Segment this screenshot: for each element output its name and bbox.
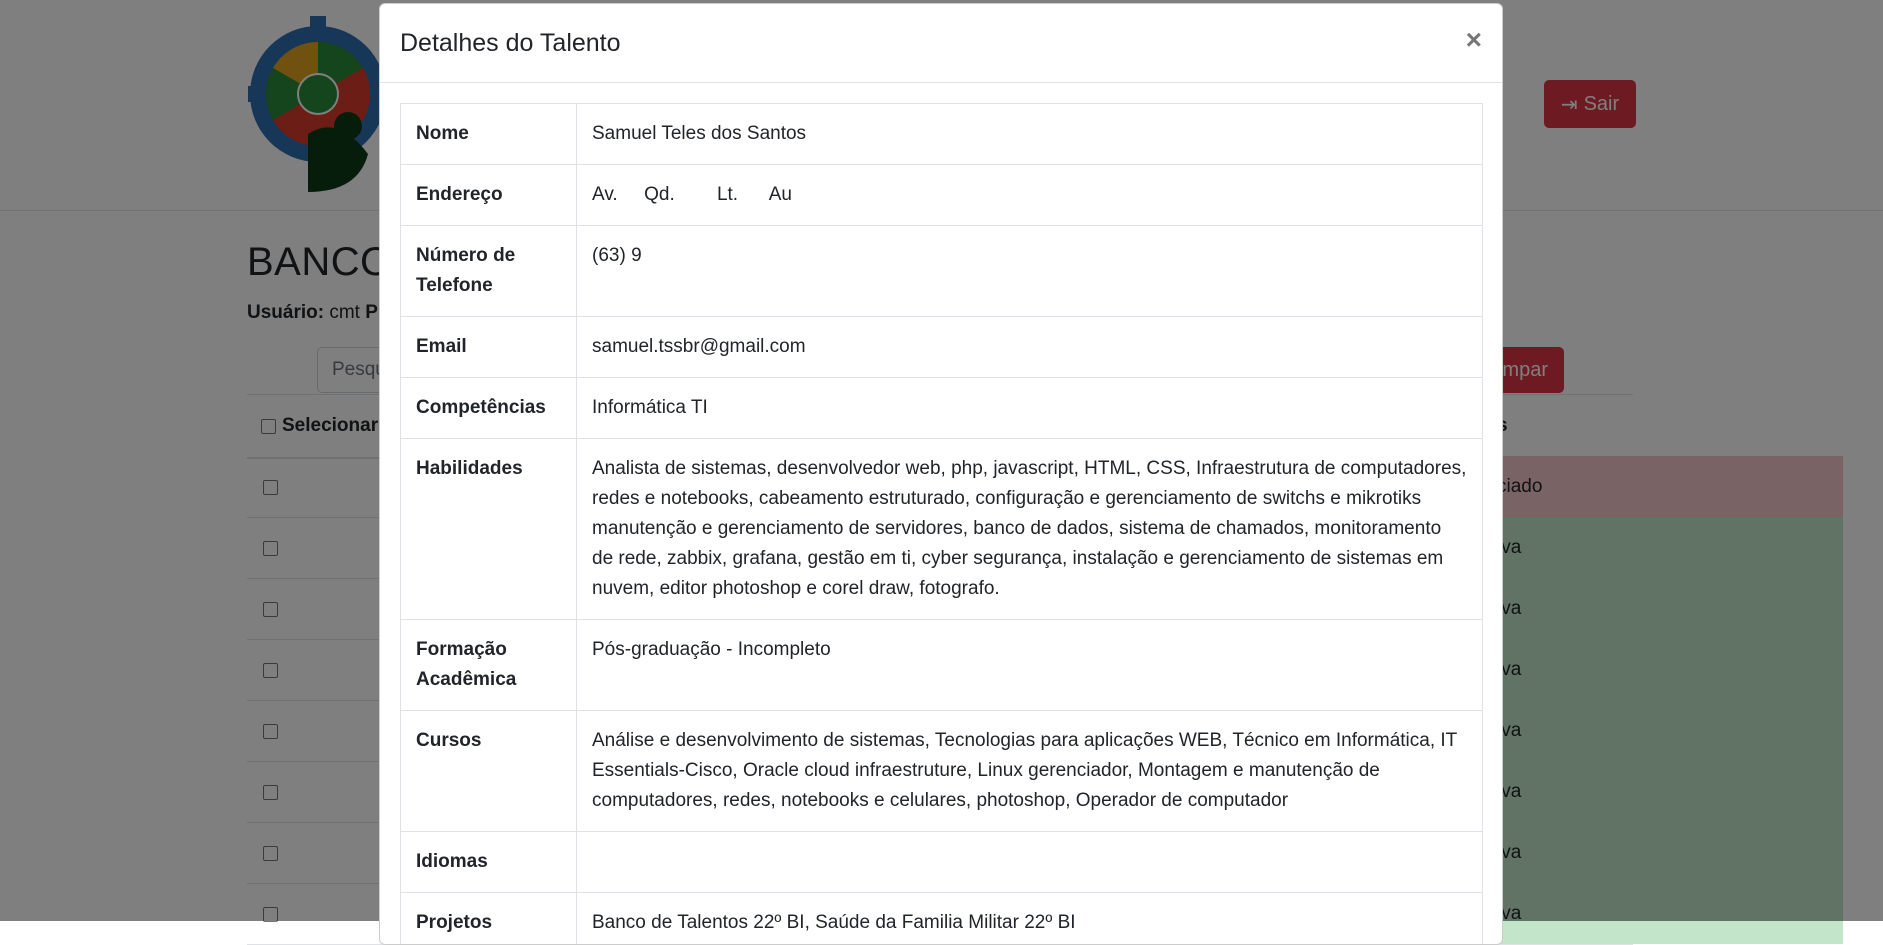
detail-row-cursos: Cursos Análise e desenvolvimento de sist… — [401, 711, 1483, 832]
detail-value: Banco de Talentos 22º BI, Saúde da Famil… — [577, 893, 1483, 945]
modal-header: Detalhes do Talento × — [380, 4, 1502, 83]
detail-value: Análise e desenvolvimento de sistemas, T… — [577, 711, 1483, 832]
detail-row-competencias: Competências Informática TI — [401, 378, 1483, 439]
detail-label: Nome — [401, 104, 577, 165]
detail-label: Número de Telefone — [401, 226, 577, 317]
modal-title: Detalhes do Talento — [400, 29, 621, 58]
detail-value: Informática TI — [577, 378, 1483, 439]
detail-label: Formação Acadêmica — [401, 620, 577, 711]
detail-label: Email — [401, 317, 577, 378]
detail-row-idiomas: Idiomas — [401, 832, 1483, 893]
detail-label: Endereço — [401, 165, 577, 226]
detail-label: Idiomas — [401, 832, 577, 893]
detail-value — [577, 832, 1483, 893]
detail-label: Habilidades — [401, 439, 577, 620]
details-table: Nome Samuel Teles dos Santos Endereço Av… — [400, 103, 1483, 945]
detail-label: Cursos — [401, 711, 577, 832]
detail-value: samuel.tssbr@gmail.com — [577, 317, 1483, 378]
detail-row-projetos: Projetos Banco de Talentos 22º BI, Saúde… — [401, 893, 1483, 945]
detail-row-nome: Nome Samuel Teles dos Santos — [401, 104, 1483, 165]
detail-label: Projetos — [401, 893, 577, 945]
detail-label: Competências — [401, 378, 577, 439]
detail-value: Samuel Teles dos Santos — [577, 104, 1483, 165]
detail-value: Av. Qd. Lt. Au — [577, 165, 1483, 226]
detail-row-telefone: Número de Telefone (63) 9 — [401, 226, 1483, 317]
close-icon[interactable]: × — [1466, 26, 1482, 54]
detail-row-formacao: Formação Acadêmica Pós-graduação - Incom… — [401, 620, 1483, 711]
detail-value: Analista de sistemas, desenvolvedor web,… — [577, 439, 1483, 620]
talent-details-modal: Detalhes do Talento × Nome Samuel Teles … — [379, 3, 1503, 945]
detail-row-email: Email samuel.tssbr@gmail.com — [401, 317, 1483, 378]
detail-row-habilidades: Habilidades Analista de sistemas, desenv… — [401, 439, 1483, 620]
detail-value: Pós-graduação - Incompleto — [577, 620, 1483, 711]
detail-row-endereco: Endereço Av. Qd. Lt. Au — [401, 165, 1483, 226]
detail-value: (63) 9 — [577, 226, 1483, 317]
modal-body: Nome Samuel Teles dos Santos Endereço Av… — [400, 103, 1483, 945]
